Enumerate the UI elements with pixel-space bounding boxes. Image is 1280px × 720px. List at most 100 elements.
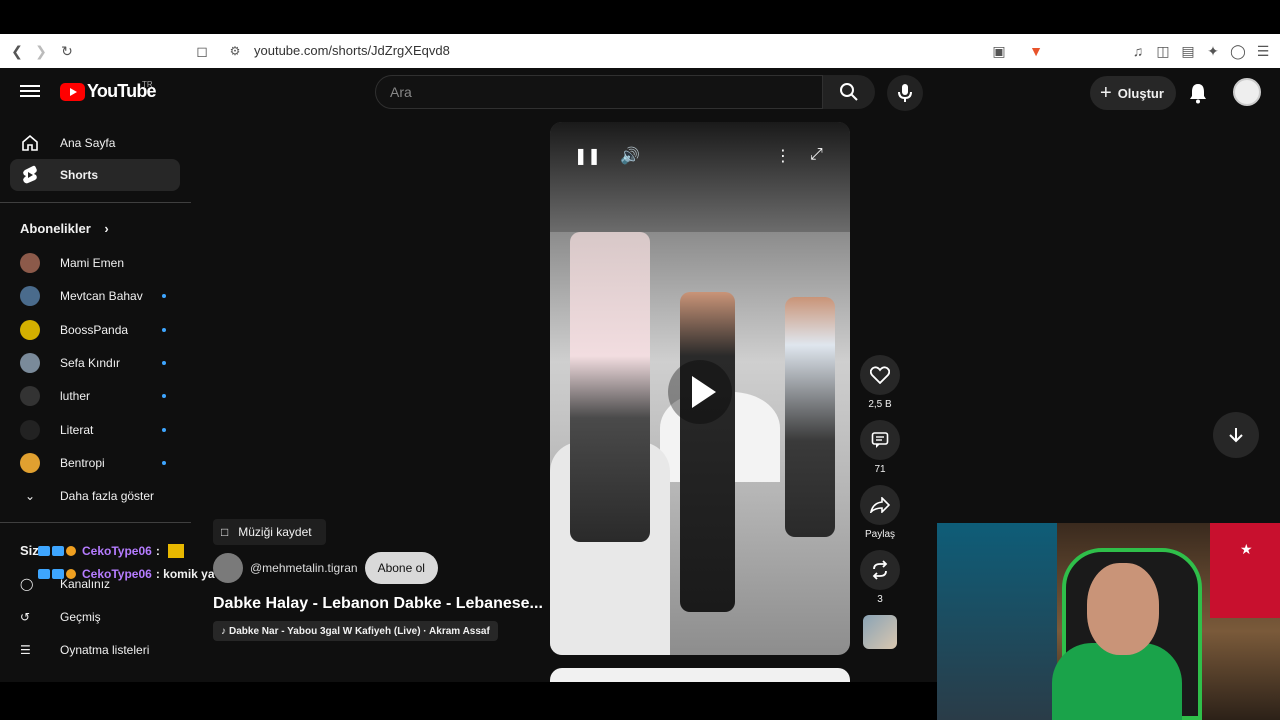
- remix-button[interactable]: [860, 550, 900, 590]
- streamer-face: [1087, 563, 1159, 655]
- sidebar-item-home[interactable]: Ana Sayfa: [10, 127, 180, 159]
- badge-icon: [66, 569, 76, 579]
- sidebar-divider: [0, 522, 191, 523]
- music-note-icon: ♪: [221, 625, 226, 637]
- forward-icon[interactable]: ❯: [32, 42, 50, 60]
- pause-icon[interactable]: ❚❚: [574, 146, 601, 166]
- home-icon: [20, 133, 40, 153]
- notifications-bell-icon[interactable]: [1188, 82, 1208, 109]
- remix-count: 3: [877, 594, 883, 605]
- channel-avatar: [20, 286, 40, 306]
- sound-thumbnail[interactable]: [863, 615, 897, 649]
- channel-handle[interactable]: @mehmetalin.tigran: [250, 561, 358, 575]
- subscriptions-heading[interactable]: Abonelikler ›: [20, 221, 109, 236]
- site-settings-icon[interactable]: ⚙: [226, 42, 244, 60]
- new-content-dot: [162, 428, 166, 432]
- new-content-dot: [162, 328, 166, 332]
- save-music-button[interactable]: □ Müziği kaydet: [213, 519, 326, 545]
- reload-icon[interactable]: ↻: [58, 42, 76, 60]
- short-video-player[interactable]: ❚❚ 🔊 ⋮ ⤢: [550, 122, 850, 655]
- show-more-button[interactable]: ⌄ Daha fazla göster: [20, 484, 170, 508]
- address-bar[interactable]: youtube.com/shorts/JdZrgXEqvd8: [254, 43, 450, 58]
- channel-avatar: [20, 253, 40, 273]
- subscription-item[interactable]: BoossPanda: [20, 318, 170, 342]
- back-icon[interactable]: ❮: [8, 42, 26, 60]
- bookmark-icon: □: [221, 525, 229, 539]
- new-content-dot: [162, 394, 166, 398]
- channel-avatar: [20, 420, 40, 440]
- channel-row: @mehmetalin.tigran Abone ol: [213, 552, 438, 584]
- brave-shield-icon[interactable]: ▼: [1027, 42, 1045, 60]
- create-label: Oluştur: [1117, 85, 1164, 101]
- dancer-figure: [785, 297, 835, 537]
- leo-ai-icon[interactable]: ✦: [1204, 42, 1222, 60]
- share-icon: [870, 497, 890, 513]
- chat-message: CekoType06 :: [38, 544, 184, 558]
- plus-icon: +: [1100, 81, 1112, 104]
- music-icon[interactable]: ♫: [1129, 42, 1147, 60]
- account-avatar[interactable]: [1233, 78, 1261, 106]
- badge-icon: [66, 546, 76, 556]
- subscription-item[interactable]: Mevtcan Bahav: [20, 284, 170, 308]
- webcam-background-panel: [937, 523, 1057, 720]
- next-short-preview[interactable]: [550, 668, 850, 682]
- microphone-icon: [898, 84, 912, 102]
- badge-icon: [38, 569, 50, 579]
- sidebar-item-shorts[interactable]: Shorts: [10, 159, 180, 191]
- turkish-flag: [1210, 523, 1280, 618]
- cast-icon[interactable]: ▣: [990, 42, 1008, 60]
- sidebar-toggle-icon[interactable]: ◫: [1154, 42, 1172, 60]
- sidebar-item-playlists[interactable]: ☰ Oynatma listeleri: [20, 638, 170, 662]
- fullscreen-icon[interactable]: ⤢: [810, 146, 823, 164]
- region-code: TR: [142, 80, 153, 89]
- next-short-button[interactable]: [1213, 412, 1259, 458]
- play-icon[interactable]: [668, 360, 732, 424]
- playlist-icon: ☰: [20, 643, 31, 657]
- comment-icon: [871, 432, 889, 448]
- voice-search-button[interactable]: [887, 75, 923, 111]
- badge-icon: [38, 546, 50, 556]
- create-button[interactable]: + Oluştur: [1090, 76, 1176, 110]
- chat-message: CekoType06 : komik ya: [38, 567, 215, 581]
- subscription-item[interactable]: Literat: [20, 418, 170, 442]
- new-content-dot: [162, 461, 166, 465]
- new-content-dot: [162, 361, 166, 365]
- comment-button[interactable]: [860, 420, 900, 460]
- volume-icon[interactable]: 🔊: [620, 146, 640, 166]
- search-input[interactable]: Ara: [375, 75, 823, 109]
- subscription-item[interactable]: Mami Emen: [20, 251, 170, 275]
- browser-toolbar: ❮ ❯ ↻ ◻ ⚙ youtube.com/shorts/JdZrgXEqvd8…: [0, 34, 1280, 68]
- sidebar-divider: [0, 202, 191, 203]
- screen-top-bar: [0, 0, 1280, 34]
- shorts-icon: [20, 165, 40, 185]
- new-content-dot: [162, 294, 166, 298]
- share-label: Paylaş: [864, 529, 895, 540]
- browser-menu-icon[interactable]: ☰: [1254, 42, 1272, 60]
- wallet-icon[interactable]: ▤: [1179, 42, 1197, 60]
- bookmark-icon[interactable]: ◻: [193, 42, 211, 60]
- channel-avatar[interactable]: [213, 553, 243, 583]
- music-chip[interactable]: ♪ Dabke Nar - Yabou 3gal W Kafiyeh (Live…: [213, 621, 498, 641]
- channel-avatar: [20, 353, 40, 373]
- channel-avatar: [20, 386, 40, 406]
- search-button[interactable]: [823, 75, 875, 109]
- channel-avatar: [20, 320, 40, 340]
- like-button[interactable]: [860, 355, 900, 395]
- subscription-item[interactable]: Bentropi: [20, 451, 170, 475]
- channel-avatar: [20, 453, 40, 473]
- subscribe-button[interactable]: Abone ol: [364, 552, 438, 584]
- share-button[interactable]: [860, 485, 900, 525]
- emote-icon: [167, 544, 184, 558]
- sidebar-item-history[interactable]: ↺ Geçmiş: [20, 605, 170, 629]
- search-icon: [840, 83, 858, 101]
- subscription-item[interactable]: luther: [20, 384, 170, 408]
- vpn-icon[interactable]: ◯: [1229, 42, 1247, 60]
- hamburger-menu-icon[interactable]: [20, 82, 40, 102]
- subscription-item[interactable]: Sefa Kındır: [20, 351, 170, 375]
- person-icon: ◯: [20, 577, 34, 591]
- chevron-down-icon: ⌄: [24, 489, 36, 503]
- more-options-icon[interactable]: ⋮: [775, 146, 791, 166]
- short-title[interactable]: Dabke Halay - Lebanon Dabke - Lebanese..…: [213, 595, 543, 613]
- dancer-figure: [570, 232, 650, 542]
- flag-star-icon: ★: [1240, 541, 1253, 557]
